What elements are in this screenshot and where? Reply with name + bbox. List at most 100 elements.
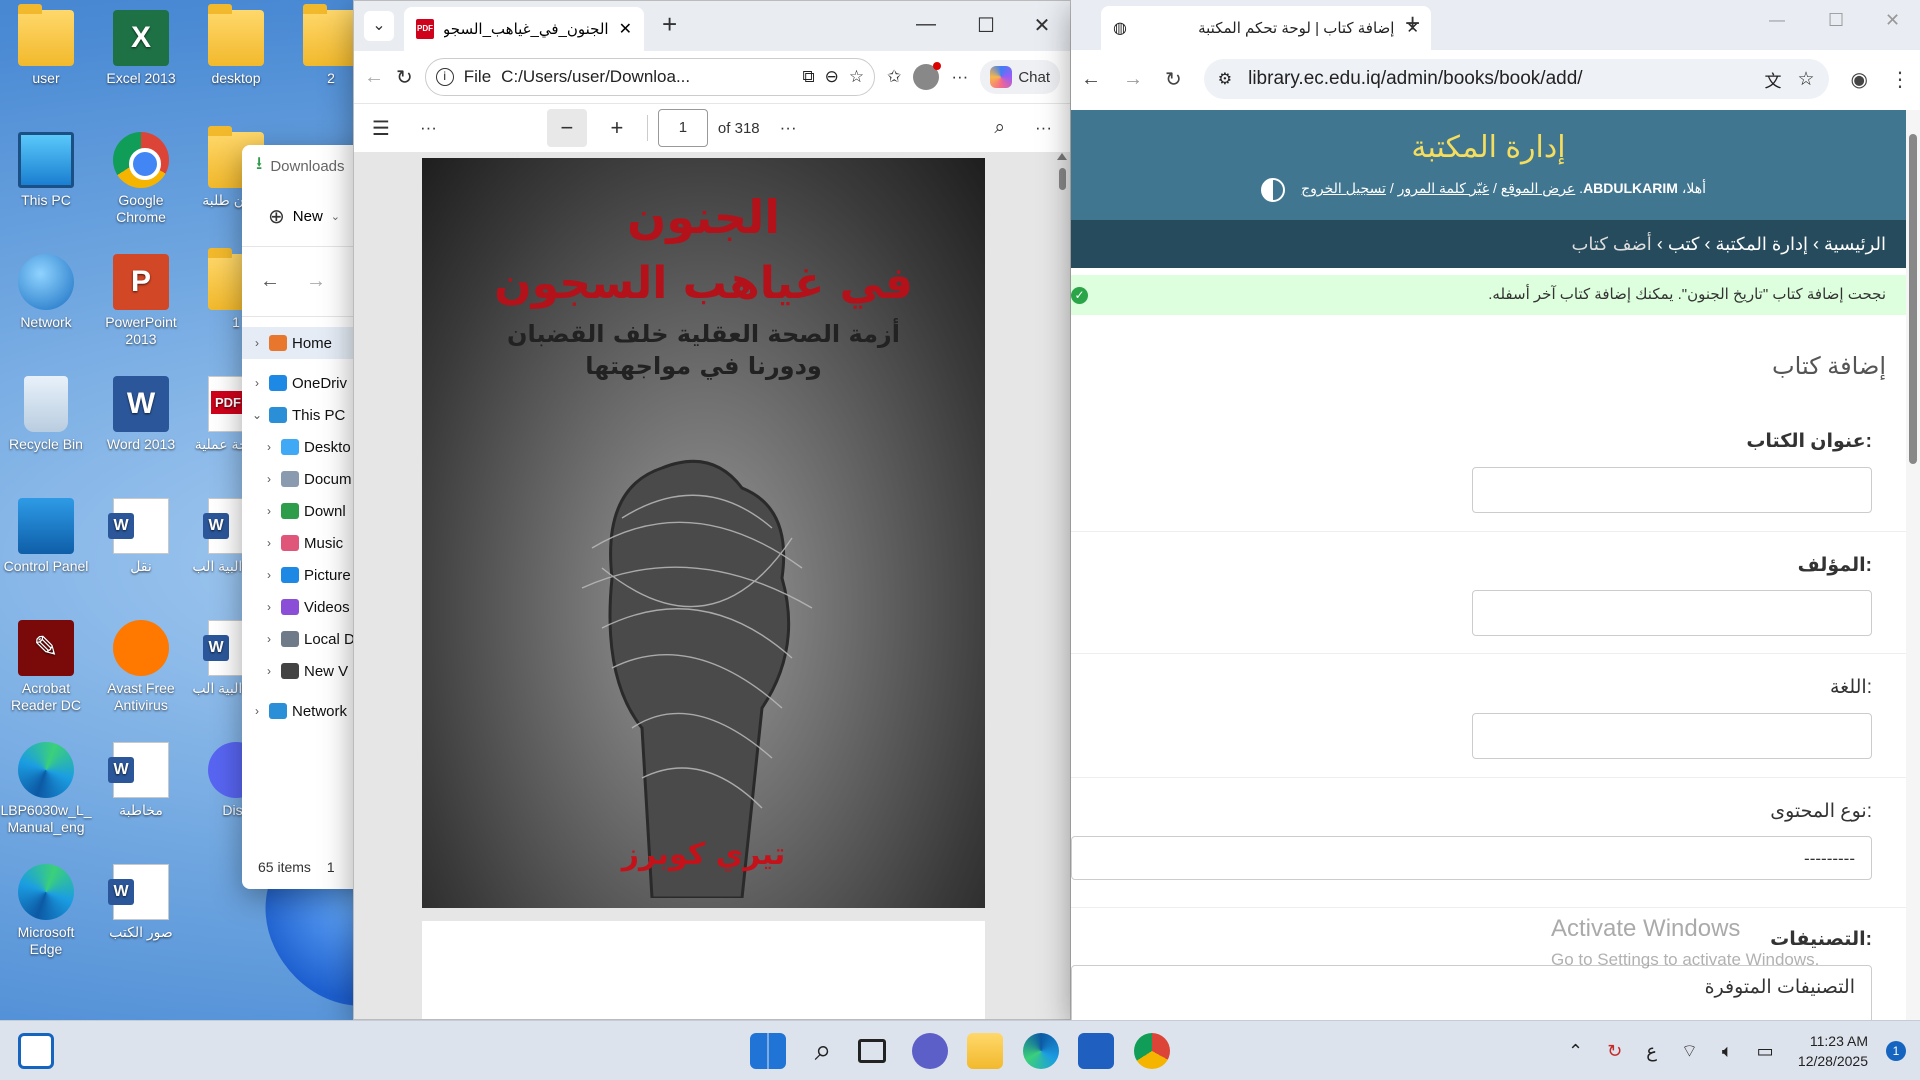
title-input[interactable] (1472, 467, 1872, 513)
desktop-icon[interactable]: ✎ Acrobat Reader DC (0, 620, 92, 714)
scroll-thumb[interactable] (1058, 168, 1066, 190)
tab-actions-icon[interactable]: ⌄ (364, 11, 394, 41)
desktop-icon[interactable]: Avast Free Antivirus (95, 620, 187, 714)
translate-icon[interactable]: 文 (1765, 67, 1782, 92)
chevron-icon[interactable]: › (262, 664, 276, 678)
desktop-icon[interactable]: user (0, 4, 92, 87)
zoom-in-button[interactable]: + (597, 115, 637, 141)
language-input[interactable] (1472, 713, 1872, 759)
chevron-icon[interactable]: › (262, 504, 276, 518)
site-title[interactable]: إدارة المكتبة (1071, 130, 1906, 165)
desktop-icon[interactable]: مخاطبة (95, 742, 187, 819)
back-arrow-icon[interactable]: ← (1081, 68, 1101, 91)
profile-avatar-icon[interactable] (913, 62, 942, 90)
site-settings-icon[interactable]: ⚙ (1218, 69, 1232, 89)
chevron-icon[interactable]: › (250, 704, 264, 718)
clock[interactable]: 11:23 AM 12/28/2025 (1798, 1031, 1868, 1071)
close-tab-icon[interactable]: ✕ (619, 19, 632, 39)
desktop-icon[interactable]: desktop (190, 4, 282, 87)
more-tools-icon[interactable]: ··· (420, 118, 437, 138)
read-aloud-icon[interactable]: ⧉ (802, 67, 814, 87)
desktop-icon[interactable]: X Excel 2013 (95, 10, 187, 87)
chevron-icon[interactable]: ⌄ (250, 408, 264, 422)
change-password-link[interactable]: غيّر كلمة المرور (1398, 180, 1489, 196)
view-site-link[interactable]: عرض الموقع (1501, 180, 1576, 196)
chevron-icon[interactable]: › (262, 440, 276, 454)
author-input[interactable] (1472, 590, 1872, 636)
chat-app-icon[interactable] (912, 1033, 948, 1069)
notification-badge[interactable]: 1 (1886, 1041, 1906, 1061)
more-options-icon[interactable]: ··· (1035, 118, 1052, 138)
task-view-icon[interactable] (858, 1039, 886, 1063)
desktop-icon[interactable]: P PowerPoint 2013 (95, 254, 187, 348)
pdf-scrollbar[interactable] (1056, 153, 1068, 1019)
omnibox[interactable]: ⚙ library.ec.edu.iq/admin/books/book/add… (1203, 59, 1829, 99)
back-arrow-icon[interactable]: ← (260, 270, 280, 293)
volume-icon[interactable]: 🔈︎ (1722, 1041, 1733, 1062)
page-view-icon[interactable]: ··· (780, 118, 797, 138)
chrome-taskbar-icon[interactable] (1134, 1033, 1170, 1069)
desktop-icon[interactable]: Control Panel (0, 498, 92, 575)
edge-taskbar-icon[interactable] (1023, 1033, 1059, 1069)
maximize-icon[interactable]: ☐ (966, 13, 1006, 38)
desktop-icon[interactable]: صور الكتب (95, 864, 187, 941)
contents-list-icon[interactable]: ☰ (372, 116, 390, 141)
new-tab-icon[interactable]: + (662, 9, 677, 40)
chevron-icon[interactable]: › (262, 632, 276, 646)
refresh-icon[interactable]: ↻ (396, 65, 413, 90)
bookmark-star-icon[interactable]: ☆ (1798, 68, 1815, 91)
close-window-icon[interactable]: ✕ (1885, 10, 1900, 31)
minimize-icon[interactable]: — (1769, 12, 1785, 30)
sync-icon[interactable]: ↻ (1607, 1041, 1622, 1062)
profile-icon[interactable]: ◉ (1851, 67, 1868, 92)
zoom-out-button[interactable]: − (546, 109, 587, 147)
menu-dots-icon[interactable]: ⋮ (1890, 67, 1910, 92)
zoom-icon[interactable]: ⊖ (825, 67, 839, 87)
theme-toggle-icon[interactable] (1261, 178, 1285, 202)
logout-link[interactable]: تسجيل الخروج (1301, 180, 1386, 196)
content-type-select[interactable]: --------- (1071, 836, 1872, 880)
search-icon[interactable]: ⌕ (994, 117, 1005, 139)
pdf-tab[interactable]: PDF الجنون_في_غياهب_السجون.pdf ✕ (404, 7, 644, 51)
search-icon[interactable]: ⌕ (805, 1033, 841, 1069)
desktop-icon[interactable]: LBP6030w_L_ Manual_eng (0, 742, 92, 836)
favorite-star-icon[interactable]: ☆ (849, 67, 864, 87)
chevron-up-icon[interactable]: ⌃ (1568, 1041, 1583, 1062)
chevron-icon[interactable]: › (250, 336, 264, 350)
forward-arrow-icon[interactable]: → (1123, 68, 1143, 91)
minimize-icon[interactable]: — (906, 13, 946, 36)
desktop-icon[interactable]: This PC (0, 132, 92, 209)
breadcrumb-books[interactable]: كتب (1668, 234, 1700, 254)
new-tab-icon[interactable]: + (1405, 8, 1420, 39)
file-explorer-taskbar-icon[interactable] (967, 1033, 1003, 1069)
new-button[interactable]: ⊕ New ⌄ (268, 204, 340, 229)
chevron-icon[interactable]: › (262, 568, 276, 582)
back-arrow-icon[interactable]: ← (364, 66, 384, 89)
scroll-thumb[interactable] (1909, 134, 1917, 464)
breadcrumb-home[interactable]: الرئيسية (1824, 234, 1886, 254)
forward-arrow-icon[interactable]: → (306, 270, 326, 293)
page-number-input[interactable]: 1 (657, 109, 708, 147)
more-options-icon[interactable]: ··· (951, 67, 968, 87)
favorites-icon[interactable]: ✩ (887, 67, 901, 87)
maximize-icon[interactable]: ☐ (1828, 10, 1844, 31)
categories-available-box[interactable]: التصنيفات المتوفرة (1071, 965, 1872, 1025)
store-taskbar-icon[interactable] (1078, 1033, 1114, 1069)
wifi-icon[interactable]: ⌔ (1681, 1040, 1698, 1063)
chevron-icon[interactable]: › (262, 472, 276, 486)
close-window-icon[interactable]: ✕ (1022, 13, 1062, 38)
widgets-icon[interactable] (18, 1033, 54, 1069)
chevron-icon[interactable]: › (262, 536, 276, 550)
refresh-icon[interactable]: ↻ (1165, 67, 1182, 92)
desktop-icon[interactable]: Google Chrome (95, 132, 187, 226)
battery-icon[interactable]: ▭ (1757, 1041, 1774, 1062)
copilot-chat-button[interactable]: Chat (980, 60, 1060, 94)
desktop-icon[interactable]: Microsoft Edge (0, 864, 92, 958)
desktop-icon[interactable]: Recycle Bin (0, 376, 92, 453)
desktop-icon[interactable]: نقل (95, 498, 187, 575)
page-scrollbar[interactable] (1906, 110, 1920, 1020)
admin-tab[interactable]: ◍ إضافة كتاب | لوحة تحكم المكتبة ✕ (1101, 6, 1431, 50)
chevron-icon[interactable]: › (250, 376, 264, 390)
chevron-icon[interactable]: › (262, 600, 276, 614)
breadcrumb-library-admin[interactable]: إدارة المكتبة (1716, 234, 1809, 254)
